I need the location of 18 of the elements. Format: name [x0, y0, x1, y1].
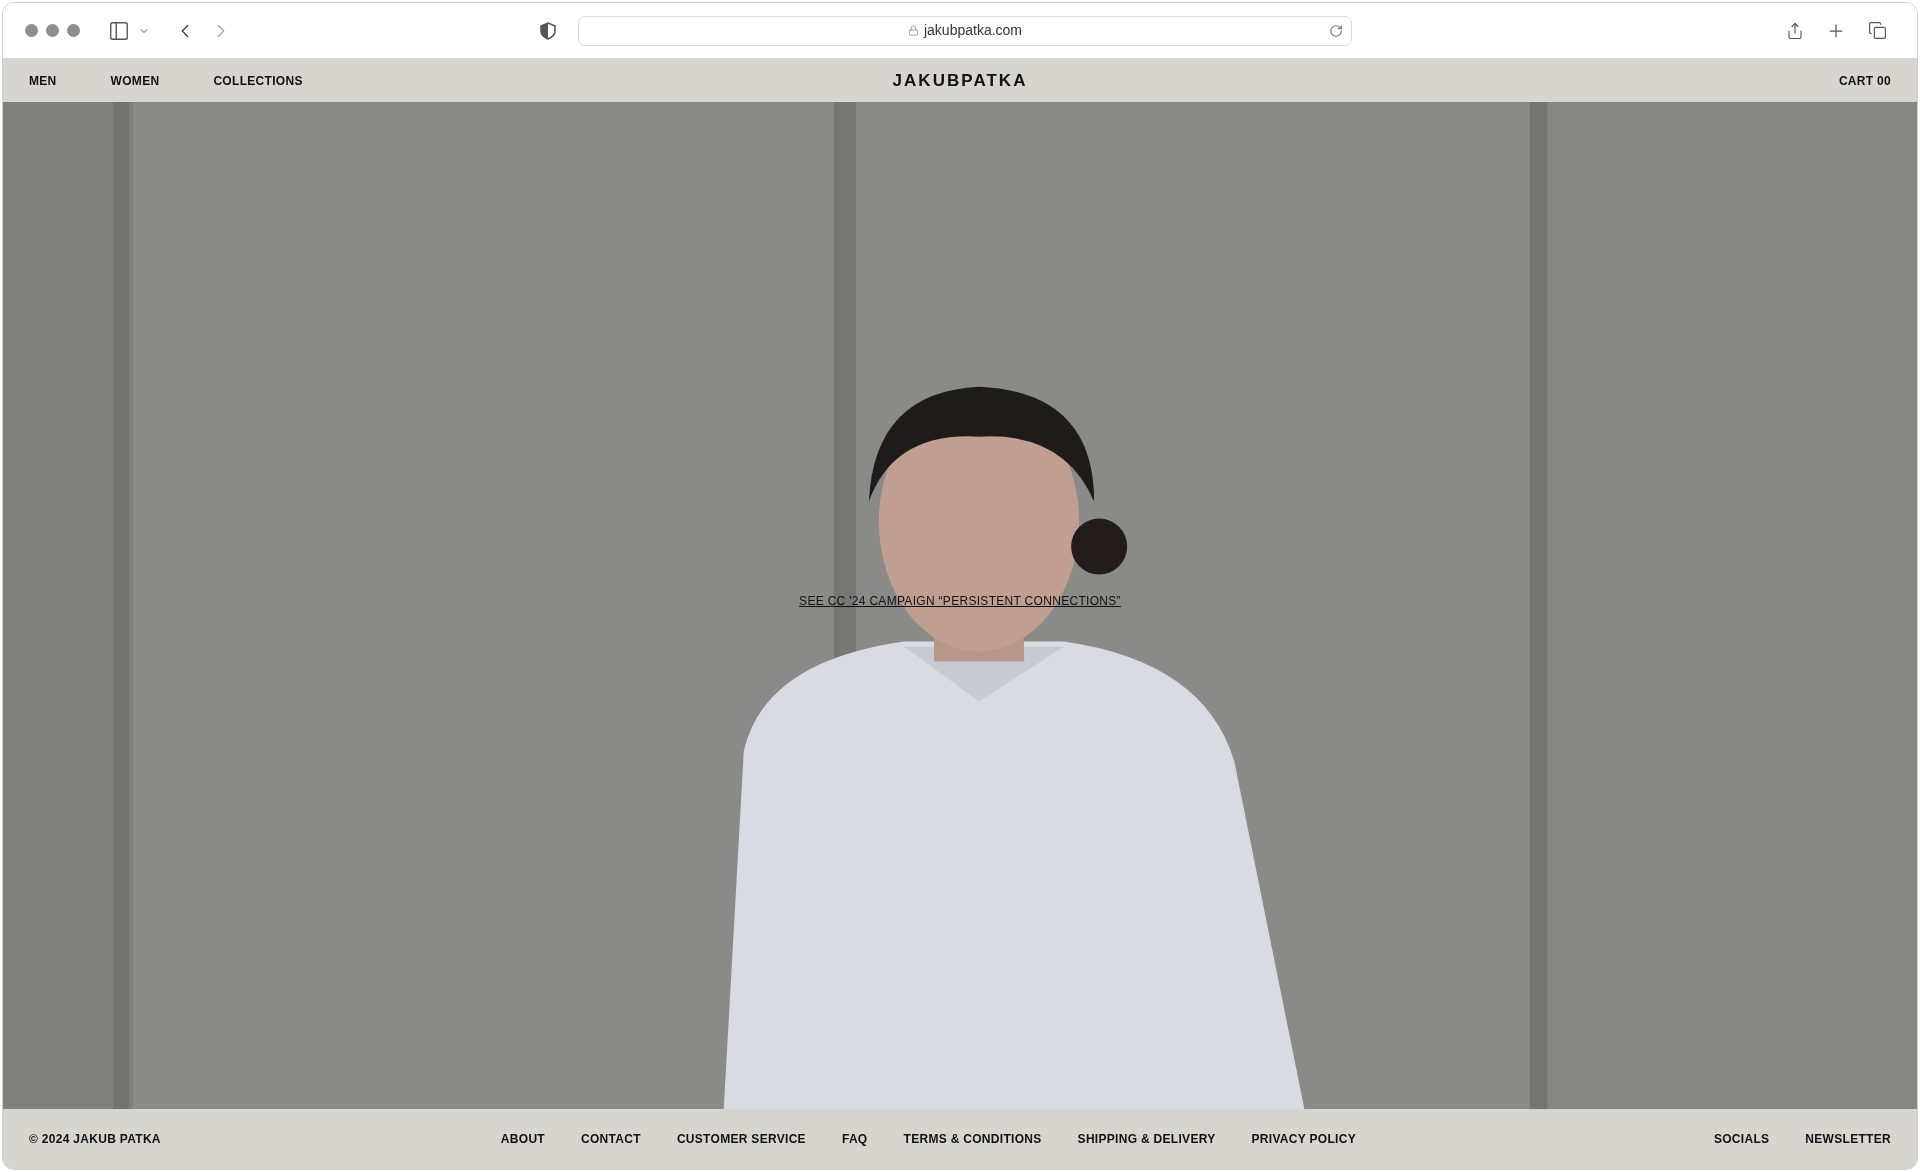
cart-link[interactable]: CART 00 — [1838, 71, 1891, 90]
footer-link[interactable]: ABOUT — [500, 1130, 545, 1148]
nav-link[interactable]: MEN — [29, 71, 57, 90]
footer-link[interactable]: SHIPPING & DELIVERY — [1077, 1130, 1216, 1148]
footer-link[interactable]: SOCIALS — [1713, 1130, 1770, 1148]
footer-link[interactable]: CONTACT — [581, 1130, 641, 1148]
nav-link[interactable]: WOMEN — [110, 71, 160, 90]
footer-link[interactable]: TERMS & CONDITIONS — [903, 1130, 1042, 1148]
nav-link[interactable]: COLLECTIONS — [213, 71, 303, 90]
footer-link[interactable]: NEWSLETTER — [1805, 1130, 1891, 1148]
copyright-text: © 2024 JAKUB PATKA — [29, 1131, 161, 1148]
address-bar[interactable]: jakubpatka.com — [578, 15, 1352, 46]
footer-link[interactable]: CUSTOMER SERVICE — [676, 1130, 806, 1148]
campaign-link[interactable]: SEE CC '24 CAMPAIGN “PERSISTENT CONNECTIONS” — [799, 591, 1121, 610]
footer-link[interactable]: PRIVACY POLICY — [1251, 1130, 1356, 1148]
site-logo[interactable]: JAKUBPATKA — [892, 67, 1028, 94]
footer-link[interactable]: FAQ — [841, 1130, 868, 1148]
url-text: jakubpatka.com — [923, 21, 1023, 40]
